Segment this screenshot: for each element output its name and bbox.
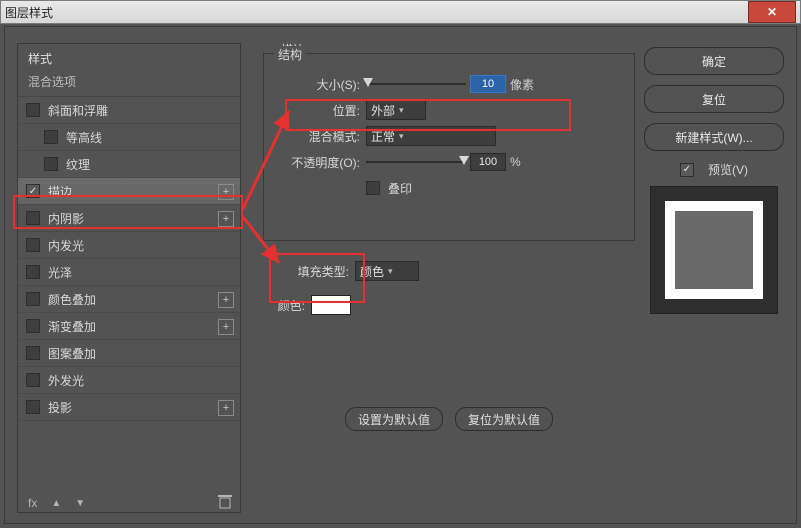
style-label: 投影	[48, 399, 72, 416]
preview-checkbox[interactable]: ✓	[680, 163, 694, 177]
style-label: 内发光	[48, 237, 84, 254]
style-item-6[interactable]: 光泽	[18, 259, 240, 286]
ok-button[interactable]: 确定	[644, 47, 784, 75]
style-label: 内阴影	[48, 210, 84, 227]
overprint-label: 叠印	[388, 180, 412, 197]
close-button[interactable]: ✕	[748, 1, 796, 23]
add-effect-icon[interactable]: +	[218, 319, 234, 335]
right-panel: 确定 复位 新建样式(W)... ✓ 预览(V)	[644, 47, 784, 314]
window-title: 图层样式	[5, 4, 53, 21]
chevron-down-icon: ▾	[388, 266, 393, 277]
style-checkbox[interactable]	[26, 373, 40, 387]
opacity-slider[interactable]	[366, 155, 466, 169]
new-style-button[interactable]: 新建样式(W)...	[644, 123, 784, 151]
style-label: 等高线	[66, 129, 102, 146]
overprint-checkbox[interactable]	[366, 181, 380, 195]
position-dropdown[interactable]: 外部▾	[366, 100, 426, 120]
style-item-1[interactable]: 等高线	[18, 124, 240, 151]
fill-group: 填充类型: 颜色▾ 颜色:	[263, 259, 635, 317]
styles-head: 样式	[18, 44, 240, 73]
blend-options[interactable]: 混合选项	[18, 73, 240, 97]
add-effect-icon[interactable]: +	[218, 292, 234, 308]
style-checkbox[interactable]	[44, 157, 58, 171]
preview-shape	[665, 201, 763, 299]
style-checkbox[interactable]	[26, 319, 40, 333]
style-item-7[interactable]: 颜色叠加 +	[18, 286, 240, 313]
style-checkbox[interactable]	[26, 103, 40, 117]
style-label: 图案叠加	[48, 345, 96, 362]
style-checkbox[interactable]	[26, 211, 40, 225]
blendmode-label: 混合模式:	[274, 128, 360, 145]
add-effect-icon[interactable]: +	[218, 400, 234, 416]
style-item-10[interactable]: 外发光	[18, 367, 240, 394]
titlebar[interactable]: 图层样式 ✕	[0, 0, 801, 24]
filltype-label: 填充类型:	[263, 263, 349, 280]
position-label: 位置:	[274, 102, 360, 119]
style-item-8[interactable]: 渐变叠加 +	[18, 313, 240, 340]
opacity-label: 不透明度(O):	[274, 154, 360, 171]
add-effect-icon[interactable]: +	[218, 211, 234, 227]
style-item-0[interactable]: 斜面和浮雕	[18, 97, 240, 124]
style-checkbox[interactable]	[44, 130, 58, 144]
style-checkbox[interactable]	[26, 238, 40, 252]
layer-style-dialog: 图层样式 ✕ 样式 混合选项 斜面和浮雕等高线纹理✓描边+内阴影+内发光光泽颜色…	[0, 0, 801, 528]
close-icon: ✕	[767, 5, 777, 19]
preview-label: 预览(V)	[708, 161, 748, 178]
preview-box	[650, 186, 778, 314]
style-checkbox[interactable]	[26, 292, 40, 306]
style-label: 光泽	[48, 264, 72, 281]
make-default-button[interactable]: 设置为默认值	[345, 407, 443, 431]
style-label: 颜色叠加	[48, 291, 96, 308]
structure-caption: 结构	[274, 46, 306, 63]
trash-icon[interactable]	[218, 494, 232, 510]
fx-label[interactable]: fx ▲ ▼	[28, 496, 85, 510]
style-item-4[interactable]: 内阴影 +	[18, 205, 240, 232]
size-unit: 像素	[510, 76, 534, 93]
opacity-input[interactable]: 100	[470, 153, 506, 171]
size-slider[interactable]	[366, 77, 466, 91]
style-label: 斜面和浮雕	[48, 102, 108, 119]
style-item-9[interactable]: 图案叠加	[18, 340, 240, 367]
blendmode-dropdown[interactable]: 正常▾	[366, 126, 496, 146]
style-label: 渐变叠加	[48, 318, 96, 335]
style-checkbox[interactable]: ✓	[26, 184, 40, 198]
style-checkbox[interactable]	[26, 400, 40, 414]
style-checkbox[interactable]	[26, 346, 40, 360]
style-item-3[interactable]: ✓ 描边 +	[18, 178, 240, 205]
reset-button[interactable]: 复位	[644, 85, 784, 113]
down-icon: ▼	[75, 498, 85, 509]
styles-list: 斜面和浮雕等高线纹理 ✓ 描边 + 内阴影 + 内发光光泽颜色叠加 + 渐变叠加 + 图案叠加外发光…	[18, 97, 240, 421]
style-label: 纹理	[66, 156, 90, 173]
size-label: 大小(S):	[274, 76, 360, 93]
stroke-settings: 描边 结构 大小(S): 10 像素 位置: 外部▾	[263, 43, 635, 483]
style-checkbox[interactable]	[26, 265, 40, 279]
filltype-dropdown[interactable]: 颜色▾	[355, 261, 419, 281]
styles-panel: 样式 混合选项 斜面和浮雕等高线纹理✓描边+内阴影+内发光光泽颜色叠加+渐变叠加…	[17, 43, 241, 513]
dialog-body: 样式 混合选项 斜面和浮雕等高线纹理✓描边+内阴影+内发光光泽颜色叠加+渐变叠加…	[4, 26, 797, 524]
size-input[interactable]: 10	[470, 75, 506, 93]
structure-group: 结构 大小(S): 10 像素 位置: 外部▾ 混合模式:	[263, 53, 635, 241]
style-item-11[interactable]: 投影 +	[18, 394, 240, 421]
style-item-2[interactable]: 纹理	[18, 151, 240, 178]
opacity-unit: %	[510, 155, 521, 169]
style-label: 描边	[48, 183, 72, 200]
add-effect-icon[interactable]: +	[218, 184, 234, 200]
color-swatch[interactable]	[311, 295, 351, 315]
color-label: 颜色:	[263, 297, 305, 314]
chevron-down-icon: ▾	[399, 105, 404, 116]
up-icon: ▲	[51, 498, 61, 509]
reset-default-button[interactable]: 复位为默认值	[455, 407, 553, 431]
style-item-5[interactable]: 内发光	[18, 232, 240, 259]
chevron-down-icon: ▾	[399, 131, 404, 142]
style-label: 外发光	[48, 372, 84, 389]
